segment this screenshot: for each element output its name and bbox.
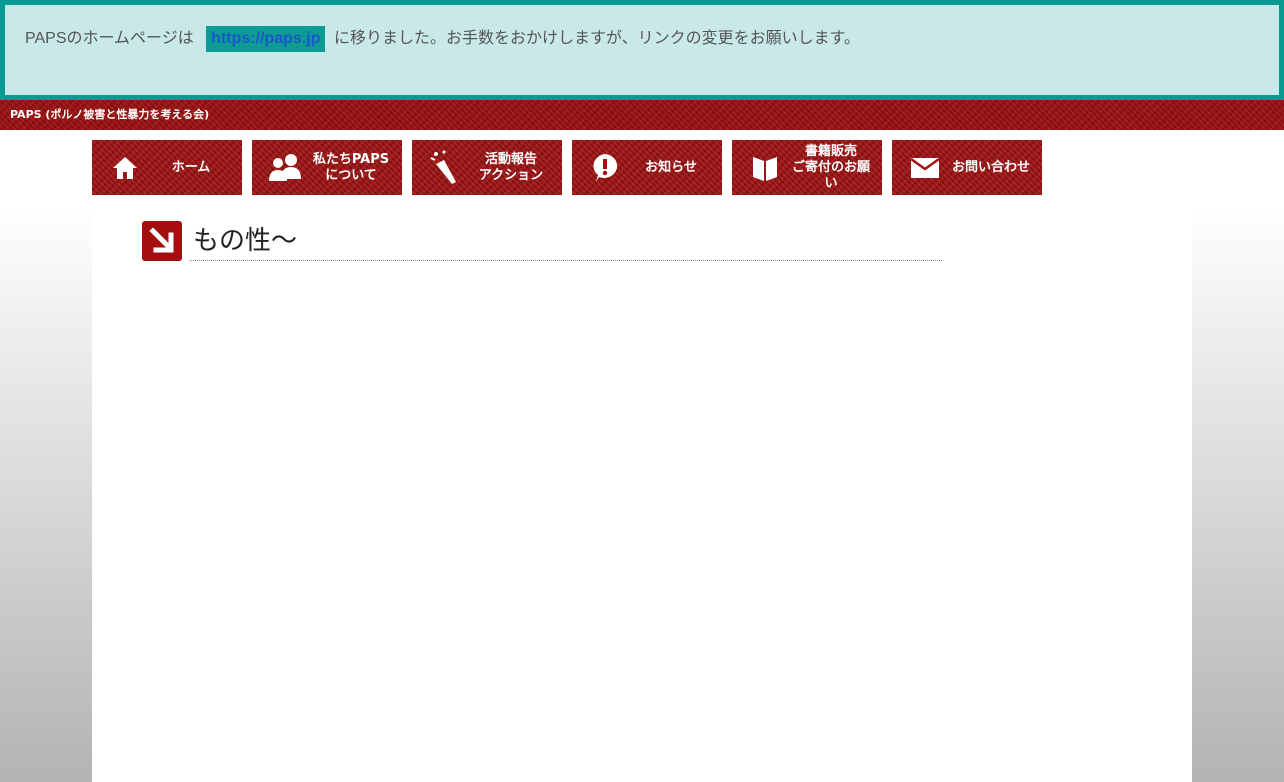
- nav-activities-label: 活動報告 アクション: [478, 151, 544, 183]
- nav-activities-button[interactable]: 活動報告 アクション: [412, 140, 562, 195]
- nav-contact-label: お問い合わせ: [951, 159, 1030, 175]
- people-icon: [264, 147, 306, 189]
- notice-text-after: に移りました。お手数をおかけしますが、リンクの変更をお願いします。: [333, 30, 861, 47]
- main-nav: ホーム 私たちPAPS について 活動報告 アクション お知らせ 書籍販売 ご寄…: [92, 140, 1042, 195]
- arrow-down-right-icon: [142, 221, 182, 261]
- main-content: もの性～: [92, 205, 1192, 782]
- page-heading: もの性～: [142, 221, 942, 263]
- nav-home-button[interactable]: ホーム: [92, 140, 242, 195]
- home-icon: [104, 147, 146, 189]
- nav-contact-button[interactable]: お問い合わせ: [892, 140, 1042, 195]
- relocation-notice: PAPSのホームページは https://paps.jp に移りました。お手数を…: [0, 0, 1284, 100]
- nav-books-donation-button[interactable]: 書籍販売 ご寄付のお願い: [732, 140, 882, 195]
- nav-about-button[interactable]: 私たちPAPS について: [252, 140, 402, 195]
- nav-home-label: ホーム: [171, 159, 211, 175]
- book-icon: [744, 147, 786, 189]
- site-title-bar: PAPS (ポルノ被害と性暴力を考える会): [0, 100, 1284, 130]
- mail-icon: [904, 147, 946, 189]
- nav-news-label: お知らせ: [645, 159, 697, 175]
- page-title: もの性～: [189, 221, 942, 261]
- new-site-link[interactable]: https://paps.jp: [206, 26, 326, 52]
- notice-text-before: PAPSのホームページは: [25, 30, 194, 47]
- exclamation-icon: [584, 147, 626, 189]
- nav-news-button[interactable]: お知らせ: [572, 140, 722, 195]
- party-popper-icon: [424, 147, 466, 189]
- nav-about-label: 私たちPAPS について: [312, 151, 390, 183]
- site-title[interactable]: PAPS (ポルノ被害と性暴力を考える会): [10, 108, 209, 121]
- nav-books-donation-label: 書籍販売 ご寄付のお願い: [791, 143, 870, 191]
